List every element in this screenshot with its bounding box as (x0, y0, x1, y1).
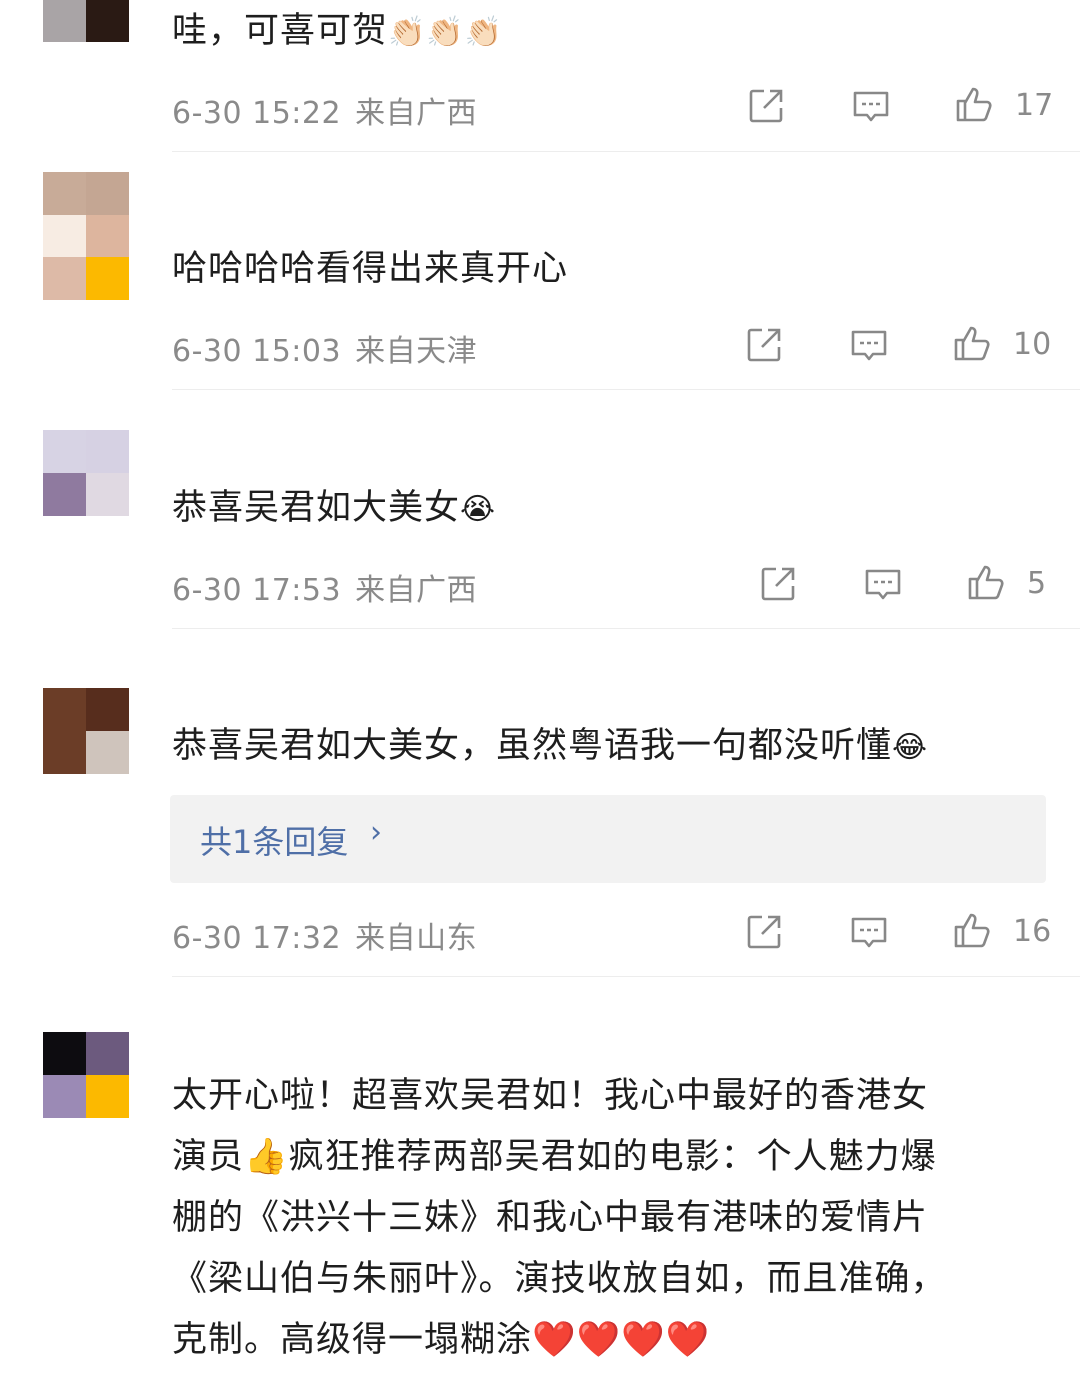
avatar[interactable] (43, 430, 129, 516)
thumbs-up-icon (954, 913, 990, 948)
like-count: 5 (1027, 566, 1047, 601)
comment-button[interactable] (849, 325, 889, 365)
like-button[interactable] (952, 910, 992, 950)
comment-meta: 6-30 17:32 来自山东 (172, 913, 477, 957)
share-button[interactable] (746, 86, 786, 126)
comment-button[interactable] (849, 912, 889, 952)
avatar[interactable] (43, 1032, 129, 1118)
laughing-emoji: 😂 (892, 730, 929, 765)
comment-location: 来自天津 (355, 334, 478, 369)
like-button[interactable] (954, 84, 994, 124)
comment-text-line: 《梁山伯与朱丽叶》。演技收放自如，而且准确， (172, 1259, 947, 1299)
divider (172, 151, 1080, 152)
comment-meta: 6-30 15:22 来自广西 (172, 88, 477, 132)
comment-icon (865, 569, 901, 600)
comment-text-body: 恭喜吴君如大美女 (172, 488, 461, 528)
comment-text-line: 棚的《洪兴十三妹》和我心中最有港味的爱情片 (172, 1198, 929, 1238)
share-icon (747, 328, 781, 362)
crying-emoji: 😭 (460, 492, 497, 527)
like-button[interactable] (966, 562, 1006, 602)
comment-text: 太开心啦！超喜欢吴君如！我心中最好的香港女 演员👍疯狂推荐两部吴君如的电影：个人… (172, 1066, 1025, 1371)
comment-meta: 6-30 15:03 来自天津 (172, 326, 477, 370)
thumbs-up-icon (956, 87, 992, 122)
like-count: 16 (1013, 914, 1052, 949)
comment-text: 恭喜吴君如大美女，虽然粤语我一句都没听懂😂 (172, 717, 1025, 777)
comment-icon (853, 91, 889, 122)
comment-date: 6-30 17:32 (172, 921, 342, 956)
share-icon (747, 915, 781, 949)
thumbs-up-icon (968, 565, 1004, 600)
comment-text-line: 克制。高级得一塌糊涂❤️❤️❤️❤️ (172, 1320, 711, 1360)
thumbs-up-icon (954, 326, 990, 361)
clap-emoji: 👏🏻👏🏻👏🏻 (388, 15, 504, 50)
comment-button[interactable] (851, 86, 891, 126)
avatar[interactable] (43, 172, 129, 300)
comment-meta: 6-30 17:53 来自广西 (172, 565, 477, 609)
comment-location: 来自广西 (355, 96, 478, 131)
reply-count-label: 共1条回复 (200, 823, 349, 861)
chevron-right-icon: › (370, 815, 382, 850)
comment-location: 来自广西 (355, 573, 478, 608)
comment-date: 6-30 15:22 (172, 96, 342, 131)
divider (172, 976, 1080, 977)
share-button[interactable] (758, 564, 798, 604)
comment-text: 哈哈哈哈看得出来真开心 (172, 249, 569, 289)
comment-text-body: 哇，可喜可贺 (172, 11, 389, 51)
like-count: 17 (1015, 88, 1054, 123)
avatar[interactable] (43, 688, 129, 774)
comment-icon (851, 917, 887, 948)
share-icon (749, 89, 783, 123)
comment-button[interactable] (863, 564, 903, 604)
avatar[interactable] (43, 0, 129, 42)
share-icon (761, 567, 795, 601)
share-button[interactable] (744, 912, 784, 952)
divider (172, 389, 1080, 390)
comment-date: 6-30 15:03 (172, 334, 342, 369)
comment-icon (851, 330, 887, 361)
share-button[interactable] (744, 325, 784, 365)
comment-text-line: 演员👍疯狂推荐两部吴君如的电影：个人魅力爆 (172, 1137, 937, 1177)
divider (172, 628, 1080, 629)
comment-text: 恭喜吴君如大美女😭 (172, 479, 1025, 539)
reply-thread-button[interactable]: 共1条回复 › (170, 795, 1046, 883)
like-button[interactable] (952, 323, 992, 363)
comment-text-line: 太开心啦！超喜欢吴君如！我心中最好的香港女 (172, 1076, 929, 1116)
like-count: 10 (1013, 327, 1052, 362)
comment-text: 哇，可喜可贺👏🏻👏🏻👏🏻 (172, 2, 1025, 62)
comment-text-body: 恭喜吴君如大美女，虽然粤语我一句都没听懂 (172, 726, 893, 766)
comment-location: 来自山东 (355, 921, 478, 956)
comment-date: 6-30 17:53 (172, 573, 342, 608)
